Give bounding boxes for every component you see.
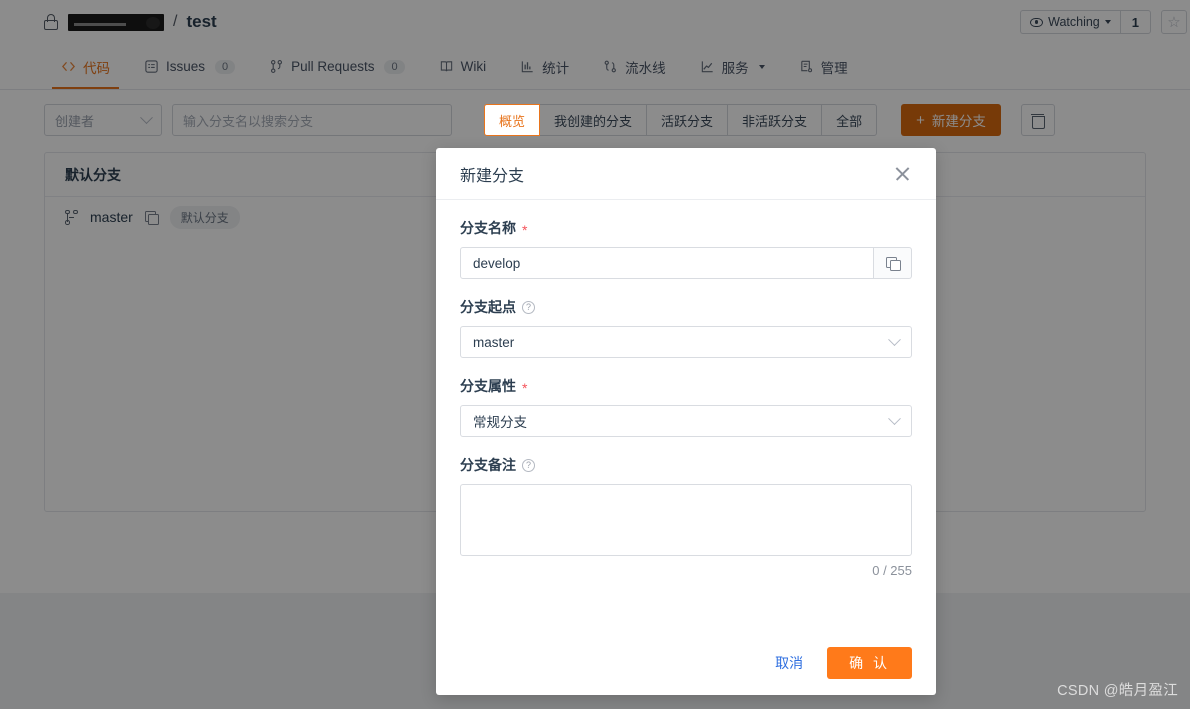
field-branch-property: 分支属性 * 常规分支 [460,376,912,437]
branch-name-label: 分支名称 [460,220,516,236]
modal-title: 新建分支 [460,167,525,185]
branch-name-copy-button[interactable] [874,247,912,279]
branch-property-value: 常规分支 [473,415,527,430]
copy-icon [886,256,901,271]
modal-body: 分支名称 * develop 分支起点 ? master 分支属性 * 常规分支… [436,200,936,631]
branch-name-input[interactable]: develop [460,247,874,279]
branch-remark-label: 分支备注 [460,457,516,473]
confirm-button[interactable]: 确 认 [827,647,912,679]
branch-property-label: 分支属性 [460,378,516,394]
field-branch-name: 分支名称 * develop [460,218,912,279]
branch-source-label: 分支起点 [460,299,516,315]
page-root: / test Watching 1 ☆ 代码 Issues 0 Pull Req… [0,0,1190,709]
help-icon[interactable]: ? [522,300,535,314]
branch-property-label-row: 分支属性 * [460,376,912,396]
filter-overview[interactable]: 概览 [484,104,541,136]
branch-property-select[interactable]: 常规分支 [460,405,912,437]
modal-footer: 取消 确 认 [436,631,936,695]
watermark: CSDN @皓月盈江 [1057,683,1178,699]
branch-remark-label-row: 分支备注 ? [460,455,912,475]
branch-name-label-row: 分支名称 * [460,218,912,238]
branch-name-input-wrap: develop [460,247,912,279]
field-branch-source: 分支起点 ? master [460,297,912,358]
new-branch-modal: 新建分支 分支名称 * develop 分支起点 ? master 分支属性 *… [436,148,936,695]
cancel-button[interactable]: 取消 [769,649,809,677]
character-counter: 0 / 255 [872,563,912,578]
required-asterisk: * [522,380,528,396]
help-icon[interactable]: ? [522,458,535,472]
chevron-down-icon [888,411,901,425]
branch-source-label-row: 分支起点 ? [460,297,912,317]
field-branch-remark: 分支备注 ? 0 / 255 [460,455,912,578]
required-asterisk: * [522,222,528,238]
close-icon[interactable] [892,164,912,184]
chevron-down-icon [888,332,901,346]
branch-remark-textarea[interactable] [460,484,912,556]
branch-source-value: master [473,334,515,350]
branch-source-select[interactable]: master [460,326,912,358]
modal-header: 新建分支 [436,148,936,200]
